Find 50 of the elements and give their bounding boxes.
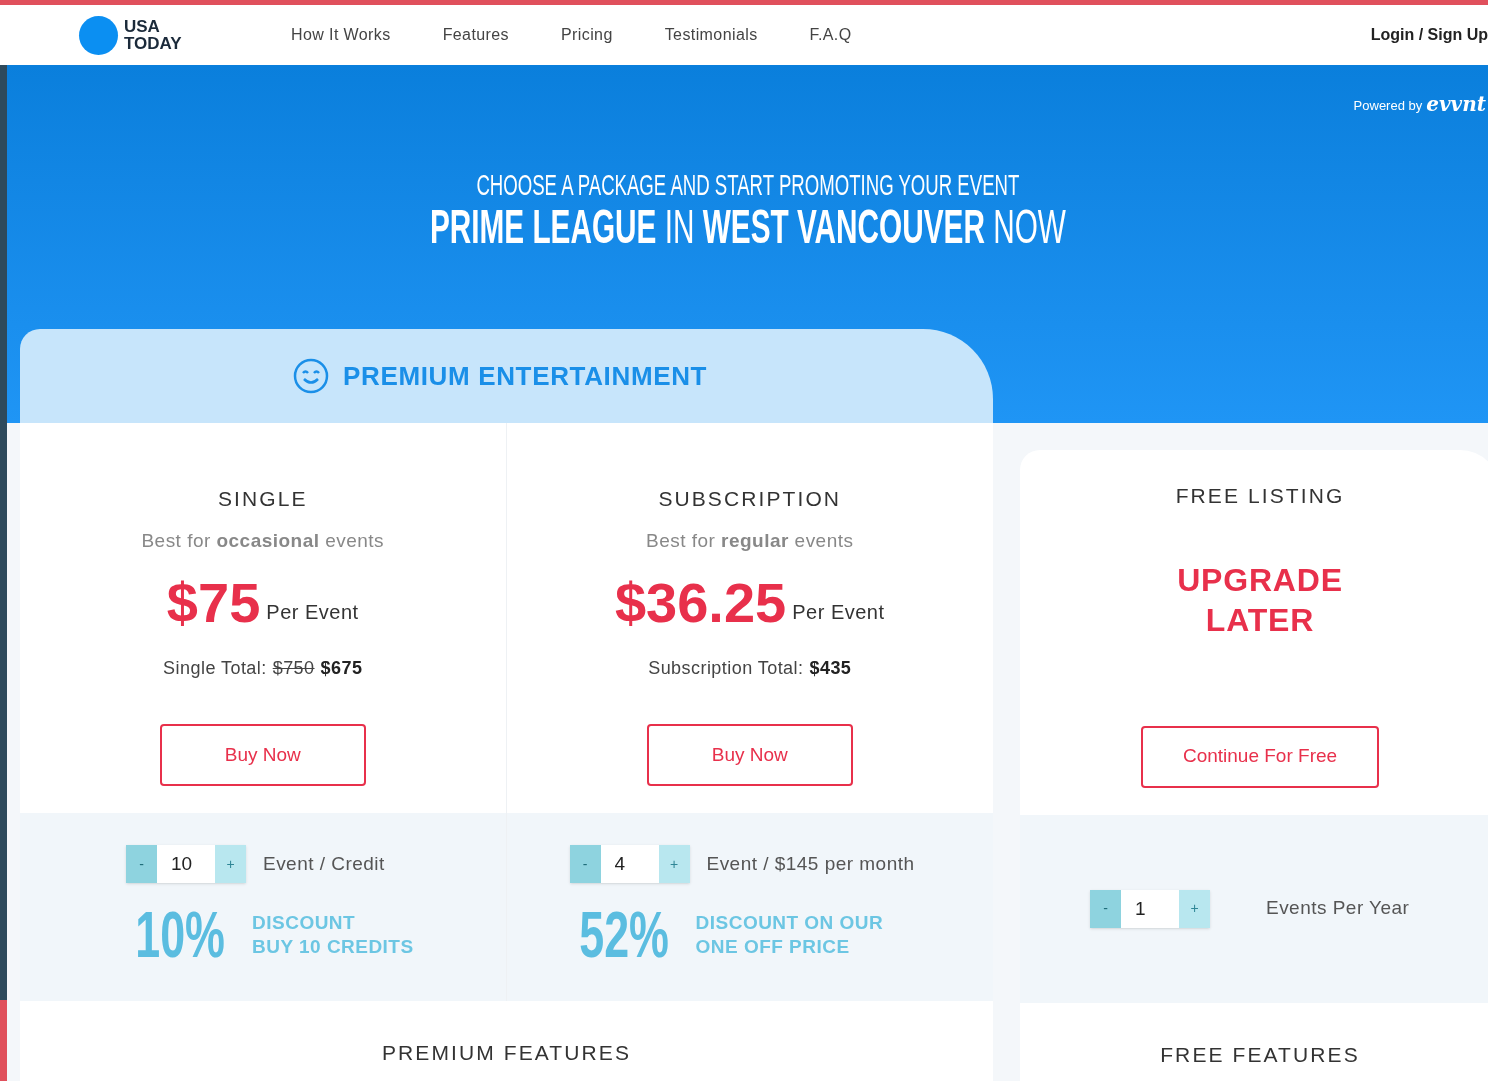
upgrade-headline: LATER xyxy=(1205,600,1315,640)
features-heading: FREE FEATURES xyxy=(1160,1041,1360,1068)
minus-button[interactable]: - xyxy=(1090,889,1121,928)
plan-tagline: Best for occasional events xyxy=(141,528,385,553)
price: $75 xyxy=(166,573,261,633)
continue-button[interactable]: Continue For Free xyxy=(1141,725,1379,788)
total-price: $435 xyxy=(809,657,852,680)
old-total: $750 xyxy=(272,657,315,680)
logo-text: TODAY xyxy=(124,35,182,52)
hero-subtitle: CHOOSE A PACKAGE AND START PROMOTING YOUR EVENT xyxy=(476,167,1019,203)
total-price: $675 xyxy=(320,657,363,680)
discount-text: DISCOUNT ON OUR xyxy=(695,911,884,935)
plan-tagline: Best for regular events xyxy=(646,528,854,553)
nav-link[interactable]: How It Works xyxy=(291,23,391,47)
discount-text: BUY 10 CREDITS xyxy=(252,935,414,959)
buy-button[interactable]: Buy Now xyxy=(159,724,366,786)
plan-name: SINGLE xyxy=(217,486,308,512)
price-unit: Per Event xyxy=(792,600,885,625)
price: $36.25 xyxy=(614,573,787,633)
discount-text: DISCOUNT xyxy=(252,911,357,935)
quantity-label: Events Per Year xyxy=(1266,896,1410,921)
brand-logo: evvnt xyxy=(1426,93,1486,115)
powered-by-text: Powered by xyxy=(1353,96,1423,115)
quantity-label: Event / Credit xyxy=(263,851,385,876)
discount-percent: 52% xyxy=(578,905,669,965)
nav-link[interactable]: Features xyxy=(442,23,509,47)
plan-name: FREE LISTING xyxy=(1175,483,1345,509)
discount-percent: 10% xyxy=(135,905,225,965)
nav-link[interactable]: F.A.Q xyxy=(809,23,852,47)
quantity-field[interactable]: 10 xyxy=(157,845,215,883)
discount-text: ONE OFF PRICE xyxy=(695,935,851,959)
login-link[interactable]: Login / Sign Up xyxy=(1370,23,1488,47)
premium-title: PREMIUM ENTERTAINMENT xyxy=(343,359,708,393)
upgrade-headline: UPGRADE xyxy=(1177,560,1343,600)
minus-button[interactable]: - xyxy=(569,845,601,883)
quantity-field[interactable]: 4 xyxy=(600,845,659,883)
buy-button[interactable]: Buy Now xyxy=(646,724,853,786)
price-unit: Per Event xyxy=(266,600,359,625)
features-heading: PREMIUM FEATURES xyxy=(381,1040,632,1066)
minus-button[interactable]: - xyxy=(126,845,157,883)
hero-title: PRIME LEAGUE IN WEST VANCOUVER NOW xyxy=(429,201,1066,253)
nav-link[interactable]: Testimonials xyxy=(664,23,758,47)
total-label: Subscription Total: xyxy=(648,657,804,680)
plan-name: SUBSCRIPTION xyxy=(658,486,842,512)
smiley-icon xyxy=(293,358,329,394)
nav-link[interactable]: Pricing xyxy=(561,23,613,47)
total-label: Single Total: xyxy=(163,657,267,680)
quantity-field[interactable]: 1 xyxy=(1121,889,1179,928)
quantity-label: Event / $145 per month xyxy=(706,851,915,876)
logo-text: USA xyxy=(124,18,161,35)
